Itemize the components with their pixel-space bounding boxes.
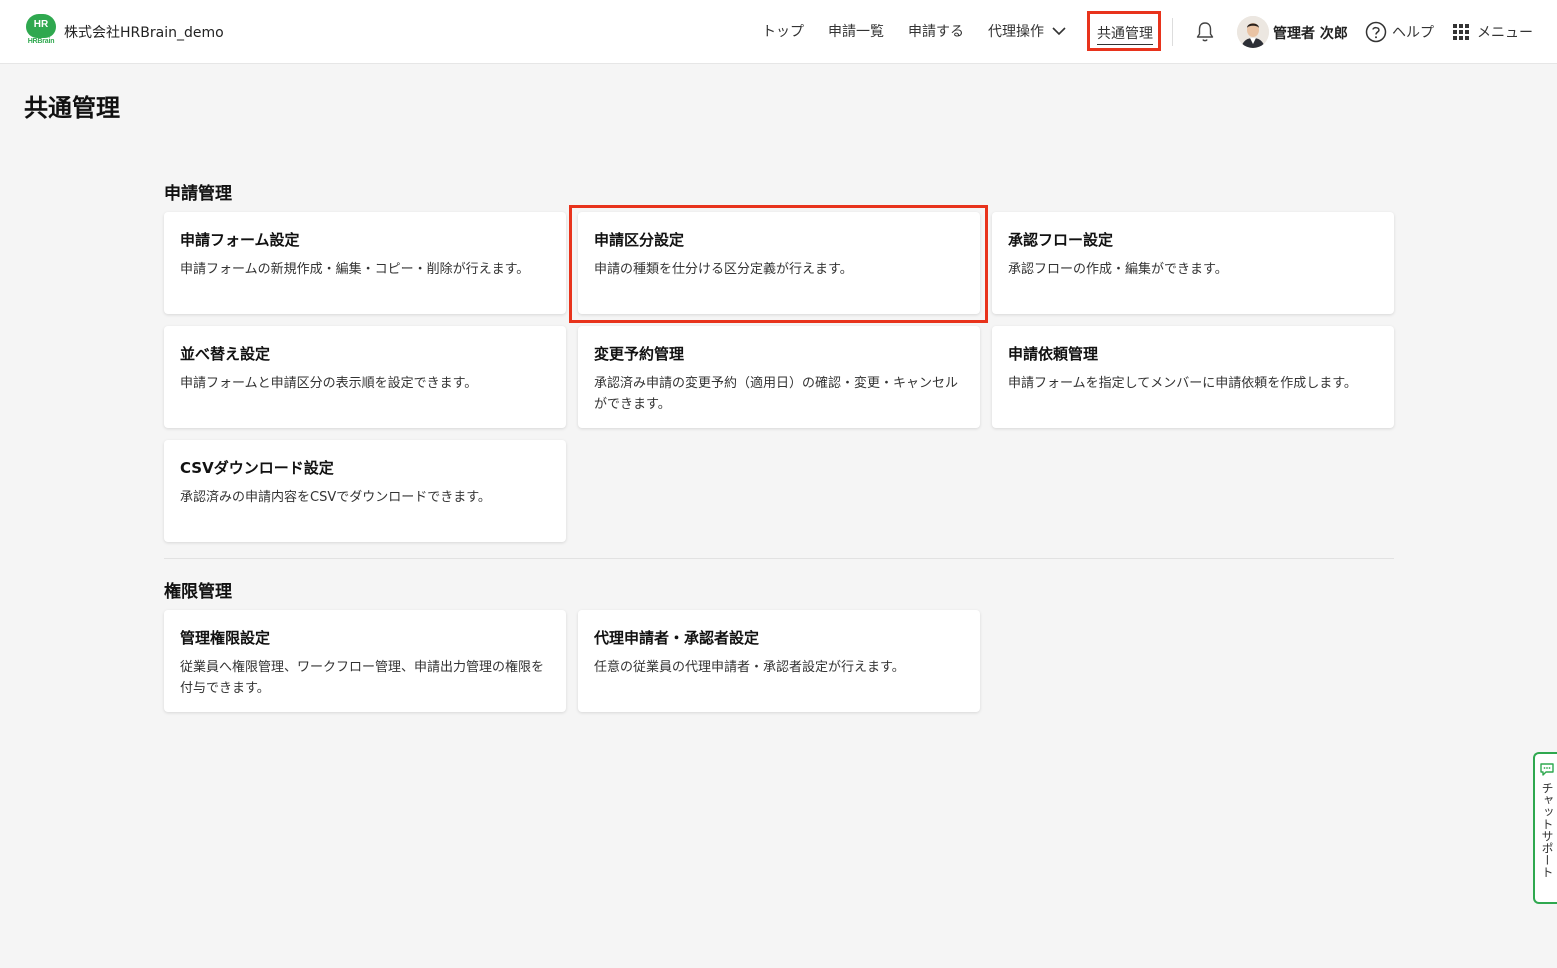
user-name[interactable]: 管理者 次郎 xyxy=(1273,23,1348,43)
card-description: 申請の種類を仕分ける区分定義が行えます。 xyxy=(594,262,853,277)
card-title: 代理申請者・承認者設定 xyxy=(594,629,760,647)
card-application-category-settings[interactable]: 申請区分設定 申請の種類を仕分ける区分定義が行えます。 xyxy=(578,212,980,314)
bell-icon[interactable] xyxy=(1195,21,1215,43)
card-change-reservation-management[interactable]: 変更予約管理 承認済み申請の変更予約（適用日）の確認・変更・キャンセルができます… xyxy=(578,326,980,428)
chat-bubble-icon xyxy=(1540,763,1554,776)
nav-common-management[interactable]: 共通管理 xyxy=(1087,11,1161,51)
chat-support-label: チャットサポート xyxy=(1540,782,1554,878)
nav-common-management-label: 共通管理 xyxy=(1097,23,1153,45)
card-title: 申請フォーム設定 xyxy=(180,231,300,249)
header-divider xyxy=(1172,18,1173,46)
nav-apply[interactable]: 申請する xyxy=(908,21,964,41)
hrbrain-logo[interactable]: HR HRBrain xyxy=(24,14,58,48)
card-approval-flow-settings[interactable]: 承認フロー設定 承認フローの作成・編集ができます。 xyxy=(992,212,1394,314)
company-name: 株式会社HRBrain_demo xyxy=(64,25,224,41)
card-description: 任意の従業員の代理申請者・承認者設定が行えます。 xyxy=(594,660,905,675)
chevron-down-icon[interactable] xyxy=(1051,24,1067,38)
grid-menu-icon[interactable] xyxy=(1453,24,1469,40)
card-title: CSVダウンロード設定 xyxy=(180,459,334,477)
card-application-form-settings[interactable]: 申請フォーム設定 申請フォームの新規作成・編集・コピー・削除が行えます。 xyxy=(164,212,566,314)
section-divider xyxy=(164,558,1394,559)
menu-label[interactable]: メニュー xyxy=(1477,22,1533,42)
card-description: 申請フォームを指定してメンバーに申請依頼を作成します。 xyxy=(1008,376,1357,391)
help-icon[interactable] xyxy=(1365,21,1387,43)
card-csv-download-settings[interactable]: CSVダウンロード設定 承認済みの申請内容をCSVでダウンロードできます。 xyxy=(164,440,566,542)
card-description: 承認済みの申請内容をCSVでダウンロードできます。 xyxy=(180,490,491,505)
card-title: 変更予約管理 xyxy=(594,345,685,363)
card-title: 並べ替え設定 xyxy=(180,345,271,363)
top-header: HR HRBrain 株式会社HRBrain_demo トップ 申請一覧 申請す… xyxy=(0,0,1557,64)
card-proxy-applicant-approver-settings[interactable]: 代理申請者・承認者設定 任意の従業員の代理申請者・承認者設定が行えます。 xyxy=(578,610,980,712)
avatar[interactable] xyxy=(1237,16,1269,48)
nav-application-list[interactable]: 申請一覧 xyxy=(828,21,884,41)
card-application-request-management[interactable]: 申請依頼管理 申請フォームを指定してメンバーに申請依頼を作成します。 xyxy=(992,326,1394,428)
logo-text: HRBrain xyxy=(27,38,55,45)
page-title: 共通管理 xyxy=(24,94,120,122)
card-description: 承認フローの作成・編集ができます。 xyxy=(1008,262,1228,277)
card-title: 管理権限設定 xyxy=(180,629,271,647)
card-description: 従業員へ権限管理、ワークフロー管理、申請出力管理の権限を付与できます。 xyxy=(180,660,545,696)
card-title: 承認フロー設定 xyxy=(1008,231,1114,249)
section-title-permission: 権限管理 xyxy=(164,582,232,602)
section-title-application: 申請管理 xyxy=(164,184,232,204)
nav-top[interactable]: トップ xyxy=(762,21,804,41)
chat-support-button[interactable]: チャットサポート xyxy=(1533,752,1557,904)
card-description: 申請フォームと申請区分の表示順を設定できます。 xyxy=(180,376,478,391)
card-description: 承認済み申請の変更予約（適用日）の確認・変更・キャンセルができます。 xyxy=(594,376,959,412)
nav-proxy-operation[interactable]: 代理操作 xyxy=(988,21,1044,41)
card-sort-settings[interactable]: 並べ替え設定 申請フォームと申請区分の表示順を設定できます。 xyxy=(164,326,566,428)
card-admin-permission-settings[interactable]: 管理権限設定 従業員へ権限管理、ワークフロー管理、申請出力管理の権限を付与できま… xyxy=(164,610,566,712)
card-description: 申請フォームの新規作成・編集・コピー・削除が行えます。 xyxy=(180,262,530,277)
card-title: 申請依頼管理 xyxy=(1008,345,1099,363)
logo-mark: HR xyxy=(26,14,56,38)
card-title: 申請区分設定 xyxy=(594,231,685,249)
help-label[interactable]: ヘルプ xyxy=(1392,22,1434,42)
